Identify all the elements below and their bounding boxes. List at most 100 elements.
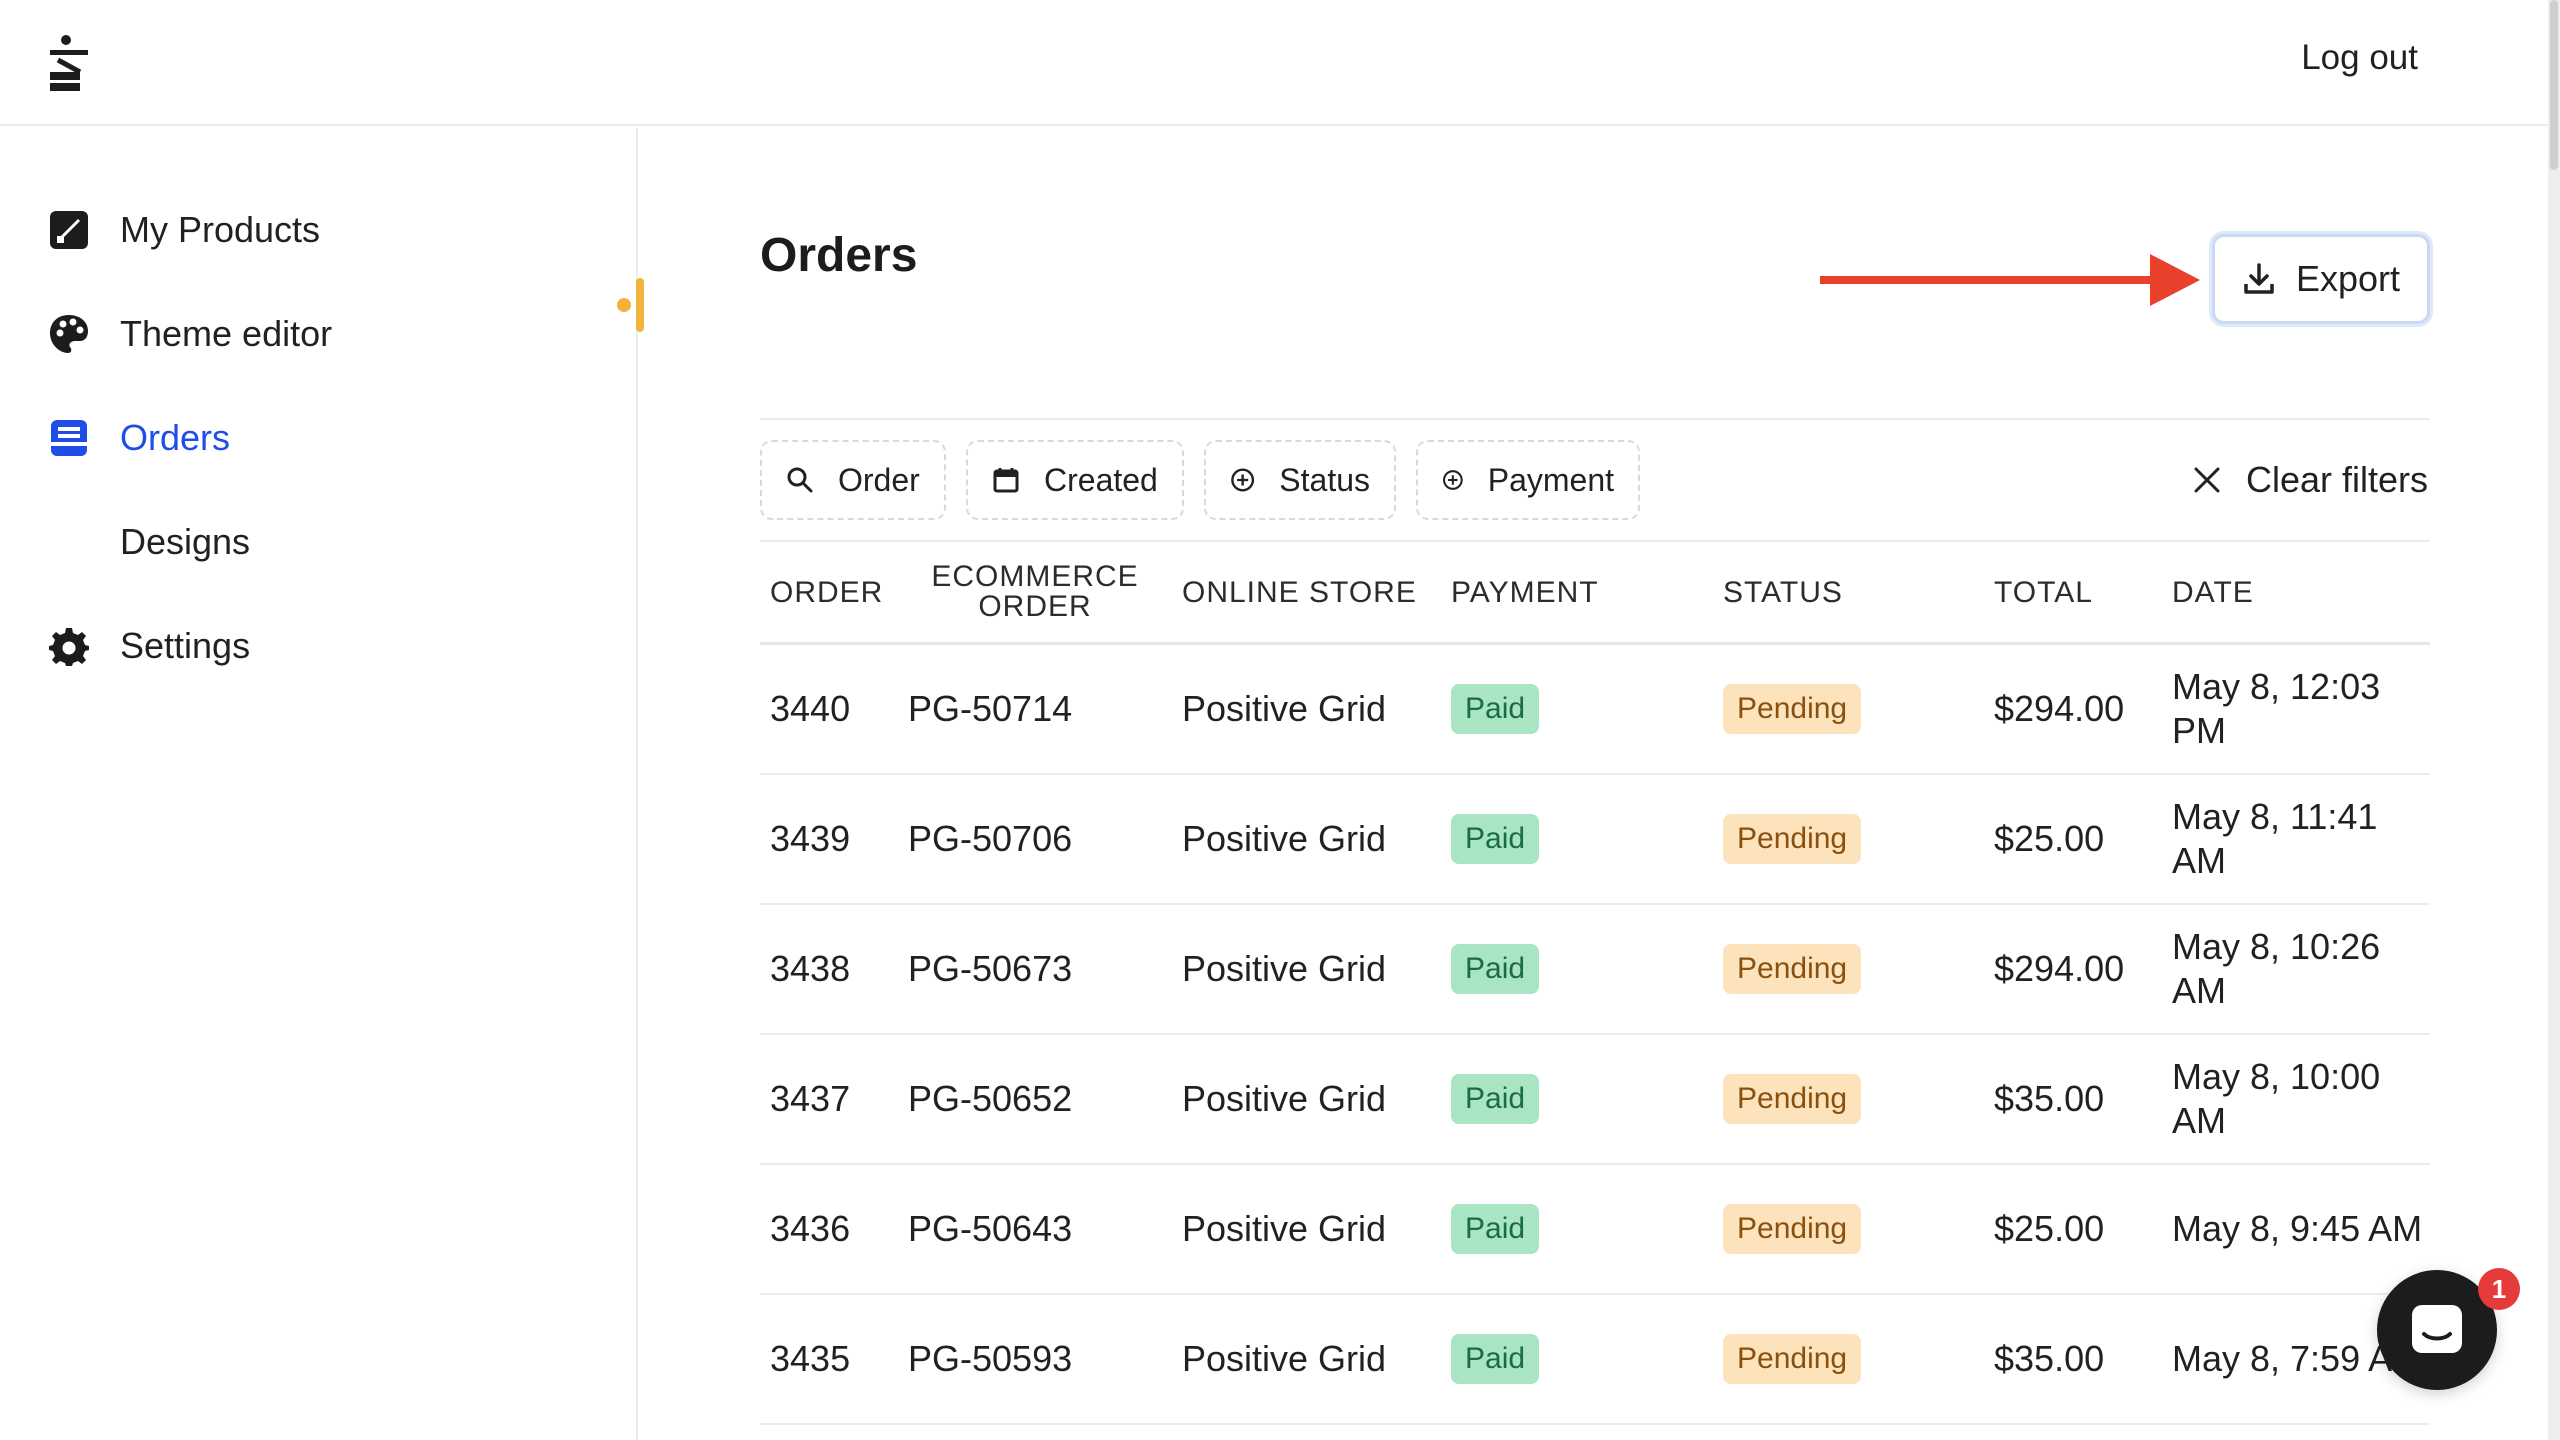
table-row[interactable]: 3440 PG-50714 Positive Grid Paid Pending… [760,645,2430,775]
cell-online-store: Positive Grid [1182,1338,1387,1379]
payment-badge: Paid [1451,1204,1540,1254]
download-icon [2244,263,2274,294]
close-icon [2194,467,2220,493]
column-header-ecommerce-order[interactable]: Ecommerce Order [930,562,1140,622]
cell-date: May 8, 9:45 AM [2172,1208,2423,1249]
cell-status: Pending [1723,645,1862,773]
table-row[interactable]: 3439 PG-50706 Positive Grid Paid Pending… [760,775,2430,905]
cell-ecommerce-order: PG-50673 [908,948,1073,989]
divider [760,418,2430,420]
status-badge: Pending [1723,1204,1862,1254]
cell-total: $25.00 [1994,818,2105,859]
payment-badge: Paid [1451,684,1540,734]
gear-icon [48,625,90,667]
cell-payment: Paid [1451,775,1540,903]
chat-icon [2412,1305,2462,1353]
filter-order[interactable]: Order [760,440,946,520]
filter-label: Status [1279,461,1370,498]
sidebar-item-settings[interactable]: Settings [48,616,250,676]
annotation-arrow-icon [1820,254,2200,306]
column-header-status[interactable]: Status [1723,576,1843,610]
sidebar-item-orders[interactable]: Orders [48,408,230,468]
cell-total: $35.00 [1994,1078,2105,1119]
status-badge: Pending [1723,1334,1862,1384]
column-header-date[interactable]: Date [2172,576,2254,610]
cell-order: 3439 [770,818,851,859]
clear-filters-label: Clear filters [2245,459,2428,500]
search-icon [787,467,813,493]
cell-date: May 8, 11:41 AM [2172,796,2378,881]
status-badge: Pending [1723,814,1862,864]
status-badge: Pending [1723,944,1862,994]
cell-ecommerce-order: PG-50593 [908,1338,1073,1379]
table-row[interactable]: 3435 PG-50593 Positive Grid Paid Pending… [760,1295,2430,1425]
cell-total: $35.00 [1994,1338,2105,1379]
orders-icon [48,417,90,459]
sidebar-item-designs[interactable]: Designs [120,512,250,572]
cell-order: 3437 [770,1078,851,1119]
plus-circle-icon [1231,468,1255,492]
calendar-icon [993,468,1019,493]
sidebar-item-theme-editor[interactable]: Theme editor [48,304,332,364]
cell-online-store: Positive Grid [1182,1208,1387,1249]
cell-payment: Paid [1451,1035,1540,1163]
cell-online-store: Positive Grid [1182,1078,1387,1119]
cell-payment: Paid [1451,905,1540,1033]
cell-online-store: Positive Grid [1182,948,1387,989]
palette-icon [48,313,90,355]
filter-label: Order [838,461,920,498]
divider [760,540,2430,542]
top-bar: Log out [0,0,2548,126]
cell-status: Pending [1723,1035,1862,1163]
logout-link[interactable]: Log out [2301,38,2418,78]
filter-label: Payment [1487,461,1614,498]
sidebar-item-my-products[interactable]: My Products [48,200,320,260]
sidebar-item-label: My Products [120,209,321,250]
payment-badge: Paid [1451,1074,1540,1124]
column-header-order[interactable]: Order [770,576,883,610]
cell-order: 3435 [770,1338,851,1379]
page-title: Orders [760,229,918,282]
cell-order: 3438 [770,948,851,989]
table-row[interactable]: 3437 PG-50652 Positive Grid Paid Pending… [760,1035,2430,1165]
cell-total: $294.00 [1994,948,2125,989]
cell-status: Pending [1723,775,1862,903]
page-scrollbar[interactable] [2548,0,2560,1440]
clear-filters-button[interactable]: Clear filters [2192,455,2428,505]
column-header-line: Ecommerce [931,560,1139,593]
table-row[interactable]: 3436 PG-50643 Positive Grid Paid Pending… [760,1165,2430,1295]
filter-payment[interactable]: Payment [1416,440,1640,520]
payment-badge: Paid [1451,814,1540,864]
plus-circle-icon [1443,470,1463,490]
cell-ecommerce-order: PG-50643 [908,1208,1073,1249]
status-badge: Pending [1723,684,1862,734]
cell-status: Pending [1723,905,1862,1033]
status-badge: Pending [1723,1074,1862,1124]
filter-status[interactable]: Status [1204,440,1396,520]
cell-payment: Paid [1451,1165,1540,1293]
app-logo-icon[interactable] [46,34,92,92]
column-header-online-store[interactable]: Online Store [1182,576,1417,610]
cell-total: $25.00 [1994,1208,2105,1249]
cell-ecommerce-order: PG-50652 [908,1078,1073,1119]
column-header-payment[interactable]: Payment [1451,576,1599,610]
cell-status: Pending [1723,1165,1862,1293]
export-label: Export [2295,258,2401,299]
cell-order: 3436 [770,1208,851,1249]
scrollbar-thumb[interactable] [2550,0,2558,170]
cell-total: $294.00 [1994,688,2125,729]
cell-ecommerce-order: PG-50706 [908,818,1073,859]
table-row[interactable]: 3438 PG-50673 Positive Grid Paid Pending… [760,905,2430,1035]
cell-status: Pending [1723,1295,1862,1423]
sidebar-item-label: Orders [120,417,231,458]
column-header-total[interactable]: Total [1994,576,2093,610]
cell-payment: Paid [1451,645,1540,773]
filter-created[interactable]: Created [966,440,1184,520]
annotation-marker-dot [617,298,631,312]
unread-count-badge: 1 [2478,1268,2520,1310]
cell-payment: Paid [1451,1295,1540,1423]
export-button[interactable]: Export [2212,234,2430,324]
sidebar-item-label: Theme editor [120,313,333,354]
payment-badge: Paid [1451,944,1540,994]
sidebar-resize-handle[interactable] [636,278,644,332]
